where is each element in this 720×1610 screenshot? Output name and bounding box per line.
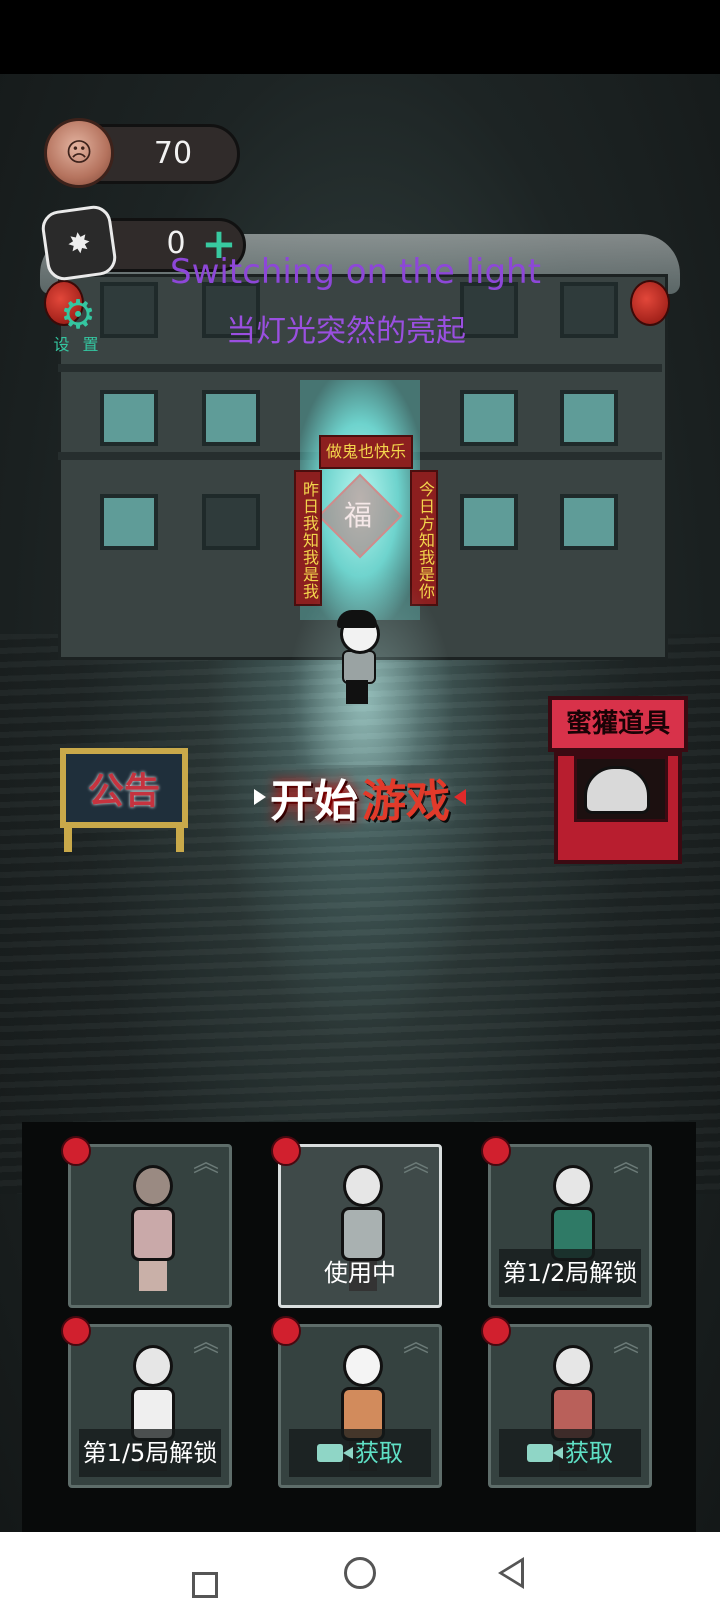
notification-dot	[481, 1316, 511, 1346]
character-hair	[337, 610, 377, 628]
get-label: 获取	[355, 1439, 403, 1467]
character-body	[342, 650, 376, 684]
song-title-chinese: 当灯光突然的亮起	[226, 314, 466, 349]
girl-figure	[119, 1165, 187, 1295]
window	[560, 282, 618, 338]
figure-body	[131, 1207, 175, 1261]
get-label: 获取	[565, 1439, 613, 1467]
window	[100, 494, 158, 550]
upgrade-chevron-icon: ︽	[402, 1148, 429, 1178]
fu-character: 福	[343, 499, 372, 532]
floor-divider	[58, 364, 662, 372]
notification-dot	[481, 1136, 511, 1166]
figure-head	[133, 1165, 173, 1207]
character-card-boy[interactable]: ︽ 使用中	[278, 1144, 442, 1308]
in-use-label: 使用中	[324, 1259, 396, 1287]
ghost-key-icon: ✸	[39, 203, 119, 283]
shop-label: 蜜獾道具	[548, 696, 688, 752]
board-leg	[64, 824, 72, 852]
pig-coin-icon: ☹	[44, 118, 114, 188]
coin-value: 70	[153, 136, 193, 171]
settings-button[interactable]: ⚙ 设 置	[52, 295, 106, 355]
upgrade-chevron-icon: ︽	[192, 1328, 219, 1358]
window	[560, 390, 618, 446]
start-label-part1: 开始	[270, 776, 358, 827]
figure-head	[553, 1345, 593, 1387]
character-card-grandma[interactable]: ︽ 获取	[278, 1324, 442, 1488]
notification-dot	[271, 1316, 301, 1346]
item-shop-button[interactable]: 蜜獾道具	[548, 696, 688, 866]
home-icon[interactable]	[344, 1557, 376, 1589]
window	[202, 390, 260, 446]
notice-board-button[interactable]: 公告	[60, 748, 188, 852]
board-leg	[176, 824, 184, 852]
window	[560, 494, 618, 550]
start-game-button[interactable]: 开始 游戏	[240, 760, 480, 834]
song-title-english: Switching on the light	[170, 252, 541, 292]
status-bar	[0, 0, 720, 74]
notification-dot	[61, 1136, 91, 1166]
window-with-figure	[202, 494, 260, 550]
character-legs	[346, 680, 368, 704]
arrow-left-icon	[454, 789, 466, 805]
honey-badger-icon	[584, 766, 650, 814]
notification-dot	[61, 1316, 91, 1346]
figure-head	[133, 1345, 173, 1387]
player-character	[332, 610, 382, 704]
door-lintel: 做鬼也快乐	[319, 435, 413, 469]
unlock-condition-label: 第1/2局解锁	[499, 1249, 641, 1297]
character-card-woman-bun[interactable]: ︽ 第1/5局解锁	[68, 1324, 232, 1488]
video-camera-icon	[527, 1444, 563, 1462]
upgrade-chevron-icon: ︽	[192, 1148, 219, 1178]
watch-video-get-button[interactable]: 获取	[289, 1429, 431, 1477]
character-card-old-woman[interactable]: ︽ 获取	[488, 1324, 652, 1488]
window	[100, 282, 158, 338]
start-label-part2: 游戏	[362, 776, 450, 827]
window	[460, 494, 518, 550]
figure-head	[343, 1345, 383, 1387]
character-card-girl[interactable]: ︽	[68, 1144, 232, 1308]
upgrade-chevron-icon: ︽	[402, 1328, 429, 1358]
settings-label: 设 置	[53, 335, 103, 354]
recent-apps-icon[interactable]	[192, 1572, 218, 1598]
unlock-condition-label: 第1/5局解锁	[79, 1429, 221, 1477]
watch-video-get-button[interactable]: 获取	[499, 1429, 641, 1477]
notice-label: 公告	[87, 771, 160, 812]
upgrade-chevron-icon: ︽	[612, 1148, 639, 1178]
back-icon-inner	[503, 1562, 521, 1584]
figure-legs	[139, 1261, 167, 1291]
lantern-icon	[630, 280, 670, 326]
video-camera-icon	[317, 1444, 353, 1462]
gear-icon: ⚙	[60, 292, 96, 338]
upgrade-chevron-icon: ︽	[612, 1328, 639, 1358]
figure-head	[343, 1165, 383, 1207]
arrow-right-icon	[254, 789, 266, 805]
window	[460, 390, 518, 446]
figure-head	[553, 1165, 593, 1207]
window	[100, 390, 158, 446]
notification-dot	[271, 1136, 301, 1166]
character-card-bearded-man[interactable]: ︽ 第1/2局解锁	[488, 1144, 652, 1308]
